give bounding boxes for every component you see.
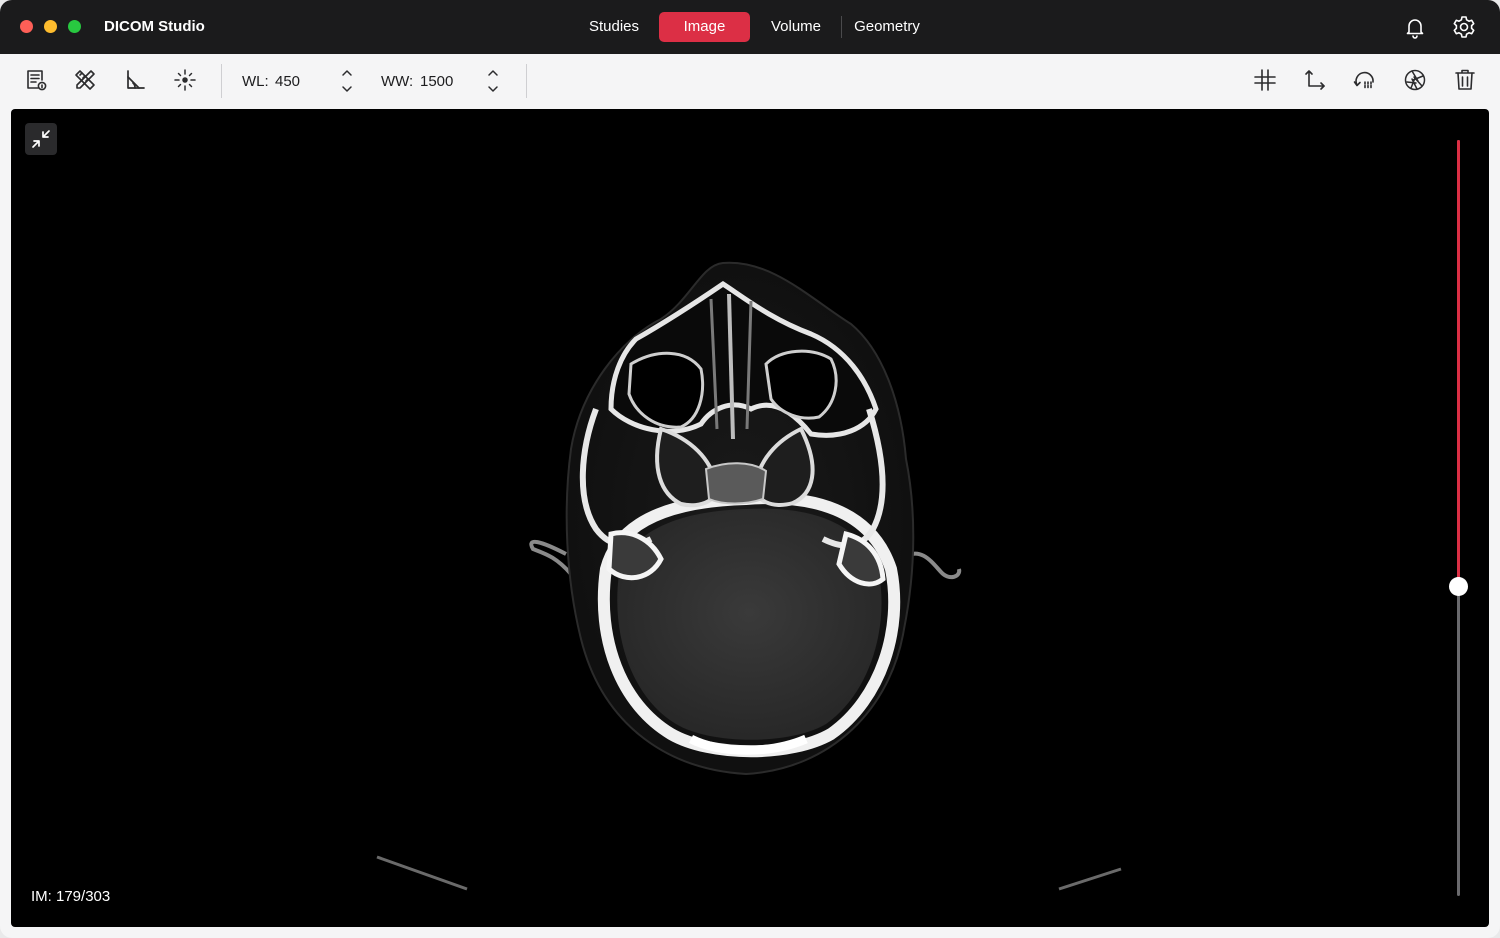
angle-icon[interactable] <box>122 67 148 93</box>
ww-stepper[interactable] <box>485 68 501 94</box>
tab-image[interactable]: Image <box>659 12 750 42</box>
crosshair-icon[interactable] <box>172 67 198 93</box>
gear-icon[interactable] <box>1451 14 1477 40</box>
slice-slider-thumb[interactable] <box>1449 577 1468 596</box>
wl-label: WL: <box>242 73 269 90</box>
pencil-ruler-icon[interactable] <box>72 67 98 93</box>
collapse-view-button[interactable] <box>25 123 57 155</box>
tab-volume[interactable]: Volume <box>760 12 832 42</box>
ct-slice-image <box>376 261 1122 891</box>
tab-geometry[interactable]: Geometry <box>848 12 926 42</box>
collapse-icon <box>32 130 50 148</box>
slice-slider[interactable] <box>1449 140 1468 896</box>
main-tabs: Studies Image Volume Geometry <box>0 12 1500 42</box>
rotate-icon[interactable] <box>1352 67 1378 93</box>
document-info-icon[interactable] <box>23 67 49 93</box>
grid-icon[interactable] <box>1252 67 1278 93</box>
toolbar: WL: 450 WW: 1500 <box>0 54 1500 108</box>
toolbar-divider <box>221 64 222 98</box>
image-viewport[interactable]: IM: 179/303 <box>11 109 1489 927</box>
image-index-label: IM: 179/303 <box>31 888 111 905</box>
toolbar-divider <box>526 64 527 98</box>
app-window: DICOM Studio Studies Image Volume Geomet… <box>0 0 1500 938</box>
bell-icon[interactable] <box>1402 14 1428 40</box>
wl-stepper[interactable] <box>339 68 355 94</box>
ww-label: WW: <box>381 73 414 90</box>
slice-slider-fill <box>1457 140 1460 587</box>
title-bar: DICOM Studio Studies Image Volume Geomet… <box>0 0 1500 54</box>
ww-value[interactable]: 1500 <box>420 73 453 90</box>
trash-icon[interactable] <box>1452 67 1478 93</box>
axis-icon[interactable] <box>1302 67 1328 93</box>
wl-value[interactable]: 450 <box>275 73 300 90</box>
tab-divider <box>841 16 842 38</box>
tab-studies[interactable]: Studies <box>578 12 650 42</box>
aperture-icon[interactable] <box>1402 67 1428 93</box>
